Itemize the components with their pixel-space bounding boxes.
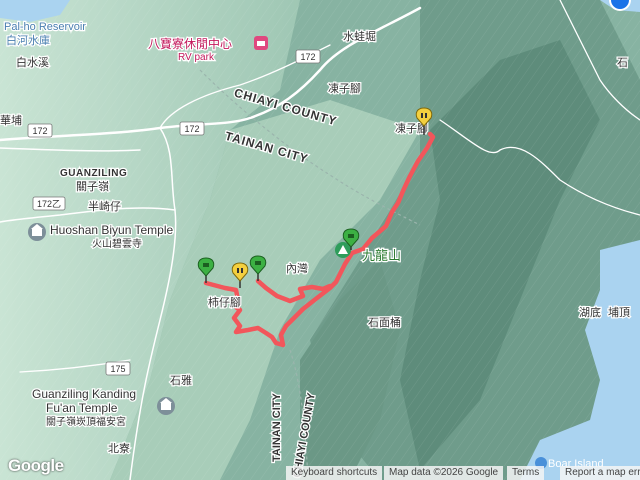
place-label-guanziling-cn: 關子嶺 (76, 180, 109, 193)
place-label-banqizi: 半崎仔 (88, 199, 121, 213)
svg-text:172: 172 (32, 126, 47, 136)
svg-text:172: 172 (300, 52, 315, 62)
place-label-baihe: 白河水庫 (6, 33, 50, 47)
place-label-shizijiao: 柿仔腳 (208, 295, 241, 309)
place-label-jiulongshan: 九龍山 (362, 248, 401, 263)
keyboard-shortcuts-link[interactable]: Keyboard shortcuts (286, 466, 383, 480)
route-175-shield: 175 (105, 361, 131, 376)
place-label-babao-cn: 八寶寮休閒中心 (148, 36, 232, 51)
place-label-kanding-en-1: Guanziling Kanding (32, 387, 136, 401)
google-logo: Google (8, 456, 64, 475)
place-label-shuiwajue: 水蛙堀 (343, 30, 376, 43)
place-label-palho: Pal-ho Reservoir (4, 21, 86, 33)
rv-park-icon[interactable] (254, 36, 268, 50)
region-label-tainan-city-vertical: TAINAN CITY (271, 392, 283, 462)
route-172yi-shield: 172乙 (32, 196, 66, 211)
place-label-shiya: 石雅 (170, 373, 192, 387)
place-label-shimiantong: 石面桶 (368, 315, 401, 329)
place-label-buding: 埔頂 (608, 306, 630, 319)
map-data-attribution: Map data ©2026 Google (384, 466, 504, 480)
svg-text:172乙: 172乙 (37, 199, 61, 209)
place-label-shi: 石 (617, 57, 628, 69)
route-172-shield-c: 172 (27, 123, 53, 138)
svg-text:175: 175 (110, 364, 125, 374)
terms-link[interactable]: Terms (507, 466, 545, 480)
place-label-huding: 湖底 (579, 305, 601, 319)
report-map-error-link[interactable]: Report a map error (560, 466, 640, 480)
place-label-huoshan-cn: 火山碧雲寺 (92, 238, 142, 250)
place-label-kanding-en-2: Fu'an Temple (46, 401, 118, 415)
place-label-neiwan: 內灣 (286, 262, 308, 275)
place-label-guanziling-en: GUANZILING (60, 168, 127, 179)
temple-icon-kanding[interactable] (157, 397, 175, 415)
temple-icon-huoshan[interactable] (28, 223, 46, 241)
place-label-dongzijiao-1: 凍子腳 (328, 82, 361, 95)
place-label-baishuixi: 白水溪 (16, 55, 49, 69)
place-label-babao-en: RV park (178, 52, 215, 63)
place-label-huoshan-en: Huoshan Biyun Temple (50, 223, 174, 237)
place-label-kanding-cn: 關子嶺崁頂福安宮 (46, 415, 126, 428)
route-172-shield-b: 172 (179, 121, 205, 136)
place-label-huapu: 華埔 (0, 114, 22, 127)
svg-text:172: 172 (184, 124, 199, 134)
route-172-shield-a: 172 (295, 49, 321, 64)
place-label-beiliao: 北寮 (108, 441, 130, 455)
terrain-map[interactable]: 172 172 172 172乙 175 CHIAYI COUNTY TAINA… (0, 0, 640, 480)
